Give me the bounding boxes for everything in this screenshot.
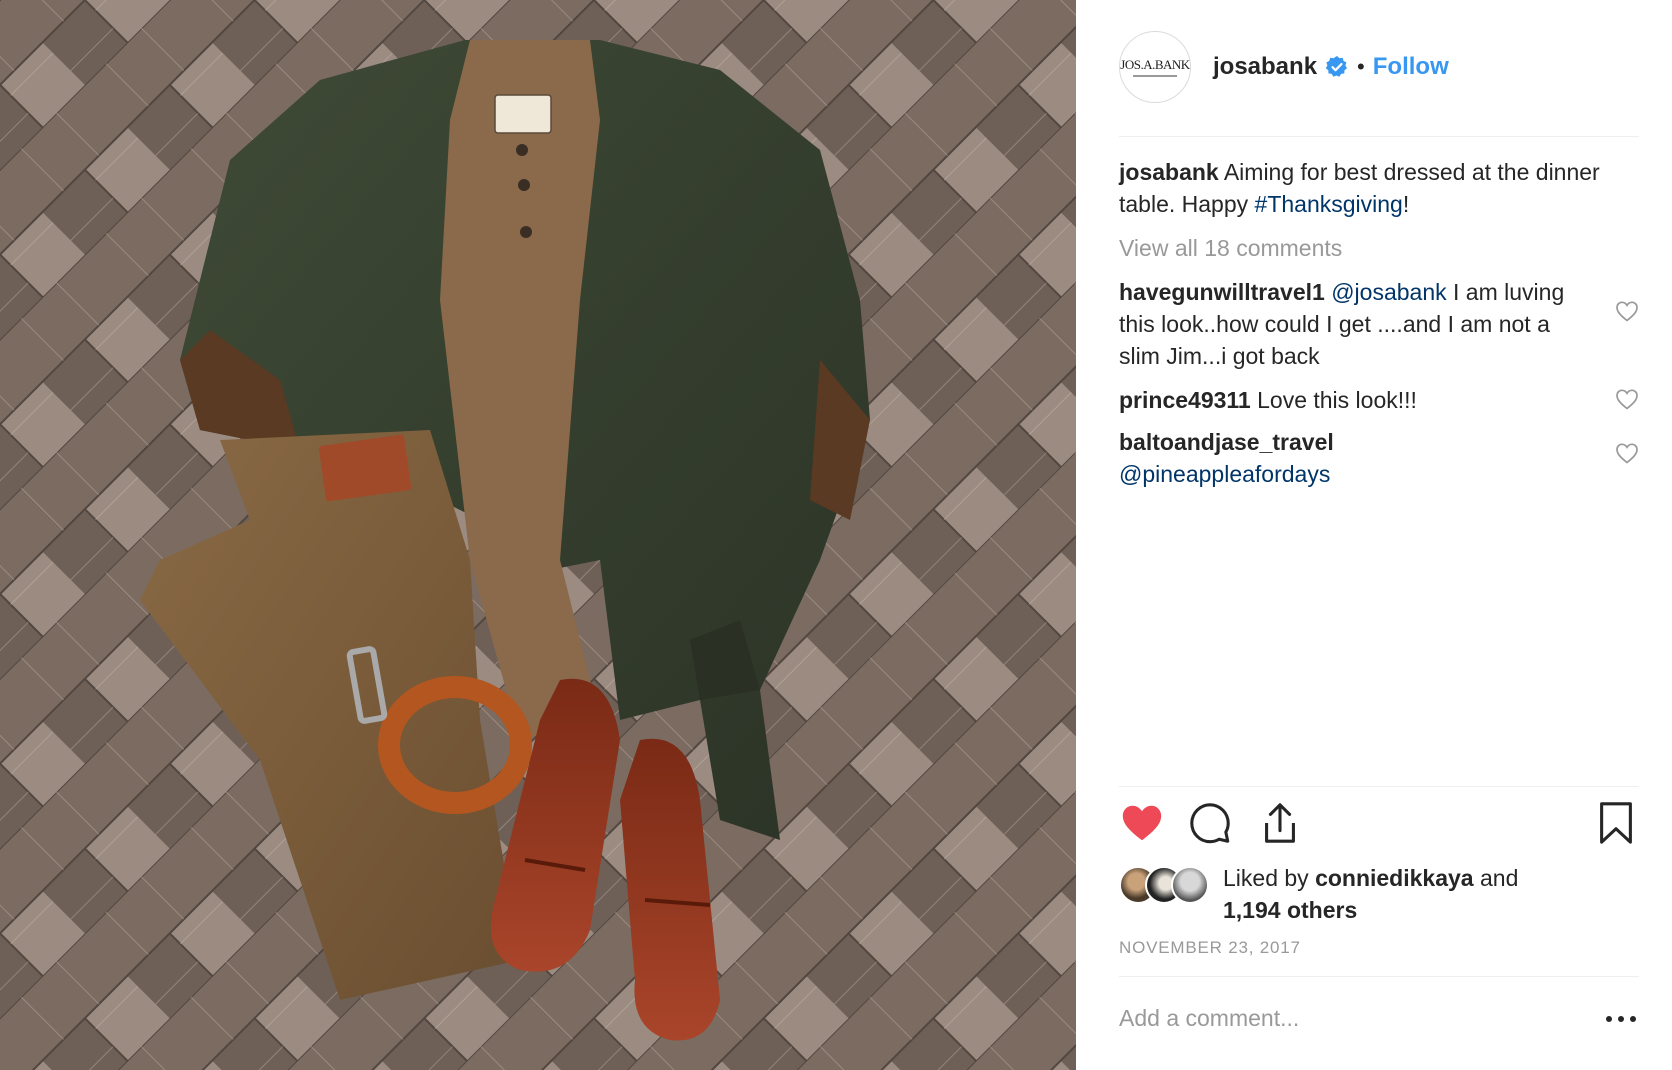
likes-others-link[interactable]: 1,194 others	[1223, 897, 1357, 923]
comment-item: prince49311 Love this look!!!	[1119, 384, 1639, 416]
post-date[interactable]: NOVEMBER 23, 2017	[1119, 938, 1301, 958]
caption-username[interactable]: josabank	[1119, 159, 1219, 185]
avatar-logo-text: JOS.A.BANK	[1120, 56, 1190, 72]
comment-input-divider	[1119, 976, 1639, 977]
comments-section: josabank Aiming for best dressed at the …	[1119, 156, 1639, 490]
likes-text: Liked by conniedikkaya and 1,194 others	[1223, 862, 1518, 926]
add-comment-input[interactable]: Add a comment...	[1119, 1005, 1559, 1032]
liker-avatars[interactable]	[1119, 866, 1219, 906]
actions-divider	[1119, 786, 1639, 787]
comment-text: Love this look!!!	[1250, 387, 1417, 413]
comment-item: havegunwilltravel1 @josabank I am luving…	[1119, 276, 1639, 372]
comment-username[interactable]: havegunwilltravel1	[1119, 279, 1325, 305]
account-avatar[interactable]: JOS.A.BANK	[1119, 31, 1191, 103]
account-username[interactable]: josabank	[1213, 53, 1317, 81]
comment-item: baltoandjase_travel @pineappleafordays	[1119, 426, 1639, 490]
likes-summary: Liked by conniedikkaya and 1,194 others	[1119, 862, 1639, 926]
header-divider	[1119, 136, 1639, 137]
bookmark-icon[interactable]	[1593, 800, 1639, 846]
share-upload-icon[interactable]	[1257, 800, 1303, 846]
speech-bubble-icon[interactable]	[1187, 800, 1233, 846]
post-caption: josabank Aiming for best dressed at the …	[1119, 156, 1639, 220]
follow-button[interactable]: Follow	[1373, 53, 1449, 81]
comment-username[interactable]: baltoandjase_travel	[1119, 429, 1334, 455]
comment-username[interactable]: prince49311	[1119, 387, 1251, 413]
heart-filled-icon[interactable]	[1119, 800, 1165, 846]
avatar-logo-rule	[1133, 74, 1177, 77]
post-header: JOS.A.BANK josabank • Follow	[1119, 30, 1639, 104]
likes-first-user[interactable]: conniedikkaya	[1315, 865, 1474, 891]
verified-badge-icon	[1325, 56, 1348, 77]
post-photo[interactable]	[0, 0, 1076, 1070]
more-dots-icon[interactable]	[1601, 1008, 1641, 1030]
comment-mention[interactable]: @josabank	[1331, 279, 1446, 305]
caption-hashtag[interactable]: #Thanksgiving	[1255, 191, 1403, 217]
comment-like-heart-icon[interactable]	[1615, 300, 1639, 322]
header-separator: •	[1357, 54, 1365, 79]
liker-avatar	[1171, 866, 1209, 904]
view-all-comments-link[interactable]: View all 18 comments	[1119, 232, 1639, 264]
comment-like-heart-icon[interactable]	[1615, 388, 1639, 410]
likes-middle: and	[1473, 865, 1519, 891]
post-actions-bar	[1119, 800, 1639, 850]
comment-mention[interactable]: @pineappleafordays	[1119, 461, 1330, 487]
likes-prefix: Liked by	[1223, 865, 1316, 891]
post-side-panel: JOS.A.BANK josabank • Follow josabank Ai…	[1076, 0, 1672, 1070]
caption-text-end: !	[1402, 191, 1410, 217]
comment-like-heart-icon[interactable]	[1615, 442, 1639, 464]
